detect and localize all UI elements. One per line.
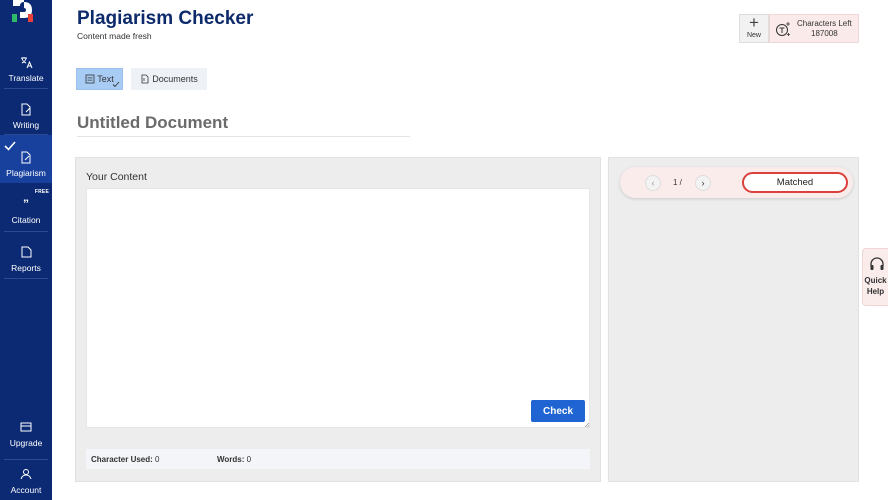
citation-icon: ” bbox=[23, 197, 29, 211]
quick-help-label-1: Quick bbox=[864, 276, 887, 285]
results-pager: ‹ 1 / › Matched bbox=[620, 167, 853, 198]
writing-icon bbox=[19, 102, 33, 116]
new-document-button[interactable]: + New bbox=[739, 14, 769, 43]
translate-icon bbox=[19, 55, 33, 69]
matched-button[interactable]: Matched bbox=[742, 172, 848, 193]
sidebar-item-label: Writing bbox=[12, 120, 40, 130]
tab-label: Documents bbox=[152, 74, 198, 84]
sidebar-item-citation[interactable]: FREE ” Citation bbox=[0, 184, 52, 230]
card-icon bbox=[19, 420, 33, 434]
sidebar-item-label: Upgrade bbox=[9, 438, 43, 448]
document-title-underline bbox=[77, 136, 410, 137]
chevron-right-icon: › bbox=[701, 178, 705, 188]
chevron-left-icon: ‹ bbox=[651, 178, 655, 188]
free-badge: FREE bbox=[34, 189, 49, 195]
sidebar-item-plagiarism[interactable]: Plagiarism bbox=[0, 135, 52, 183]
sidebar-item-label: Reports bbox=[11, 263, 41, 273]
content-editor[interactable] bbox=[86, 188, 590, 428]
tab-documents[interactable]: Documents bbox=[131, 68, 207, 90]
words-stat: Words: 0 bbox=[217, 455, 251, 464]
account-icon bbox=[19, 467, 33, 481]
check-icon bbox=[112, 81, 120, 88]
document-title-input[interactable]: Untitled Document bbox=[77, 113, 228, 133]
character-used-label: Character Used: bbox=[91, 455, 153, 464]
reports-icon bbox=[19, 245, 33, 259]
attachment-doc-icon bbox=[141, 74, 149, 84]
plus-icon: + bbox=[749, 13, 759, 32]
character-used-stat: Character Used: 0 bbox=[91, 455, 160, 464]
content-label: Your Content bbox=[86, 171, 147, 183]
app-logo-icon[interactable] bbox=[10, 0, 38, 26]
character-used-value: 0 bbox=[155, 455, 160, 464]
sidebar-item-label: Citation bbox=[11, 215, 41, 225]
sidebar-item-translate[interactable]: Translate bbox=[0, 42, 52, 88]
characters-left-label: Characters Left bbox=[797, 18, 852, 28]
previous-page-button[interactable]: ‹ bbox=[645, 175, 661, 191]
sidebar: Translate Writing Plagiarism FREE ” Cita… bbox=[0, 0, 52, 500]
tab-text[interactable]: Text bbox=[76, 68, 123, 90]
resize-handle-icon[interactable] bbox=[584, 422, 590, 428]
plagiarism-icon bbox=[19, 150, 33, 164]
next-page-button[interactable]: › bbox=[695, 175, 711, 191]
check-icon bbox=[4, 141, 16, 151]
words-label: Words: bbox=[217, 455, 245, 464]
check-button[interactable]: Check bbox=[531, 400, 585, 422]
stats-bar: Character Used: 0 Words: 0 bbox=[86, 449, 590, 469]
sidebar-item-label: Plagiarism bbox=[6, 168, 46, 178]
new-button-label: New bbox=[746, 32, 761, 39]
quick-help-label-2: Help bbox=[866, 287, 885, 296]
sidebar-item-writing[interactable]: Writing bbox=[0, 89, 52, 135]
sidebar-item-label: Translate bbox=[8, 73, 44, 83]
sidebar-item-reports[interactable]: Reports bbox=[0, 232, 52, 278]
text-sparkle-icon bbox=[776, 21, 790, 36]
text-doc-icon bbox=[85, 74, 95, 84]
sidebar-item-upgrade[interactable]: Upgrade bbox=[0, 406, 52, 453]
sidebar-item-account[interactable]: Account bbox=[0, 453, 52, 500]
page-counter: 1 / bbox=[673, 178, 682, 187]
sidebar-item-label: Account bbox=[10, 485, 42, 495]
words-value: 0 bbox=[246, 455, 252, 464]
content-panel: Your Content Check Character Used: 0 Wor… bbox=[75, 157, 601, 482]
characters-left-value: 187008 bbox=[811, 28, 838, 38]
headset-icon bbox=[870, 257, 884, 270]
results-panel: ‹ 1 / › Matched bbox=[608, 157, 859, 482]
quick-help-button[interactable]: Quick Help bbox=[862, 248, 888, 306]
page-title: Plagiarism Checker bbox=[77, 8, 254, 29]
sidebar-divider bbox=[4, 278, 48, 279]
page-subtitle: Content made fresh bbox=[77, 31, 152, 41]
characters-left-badge: Characters Left 187008 bbox=[769, 14, 859, 43]
